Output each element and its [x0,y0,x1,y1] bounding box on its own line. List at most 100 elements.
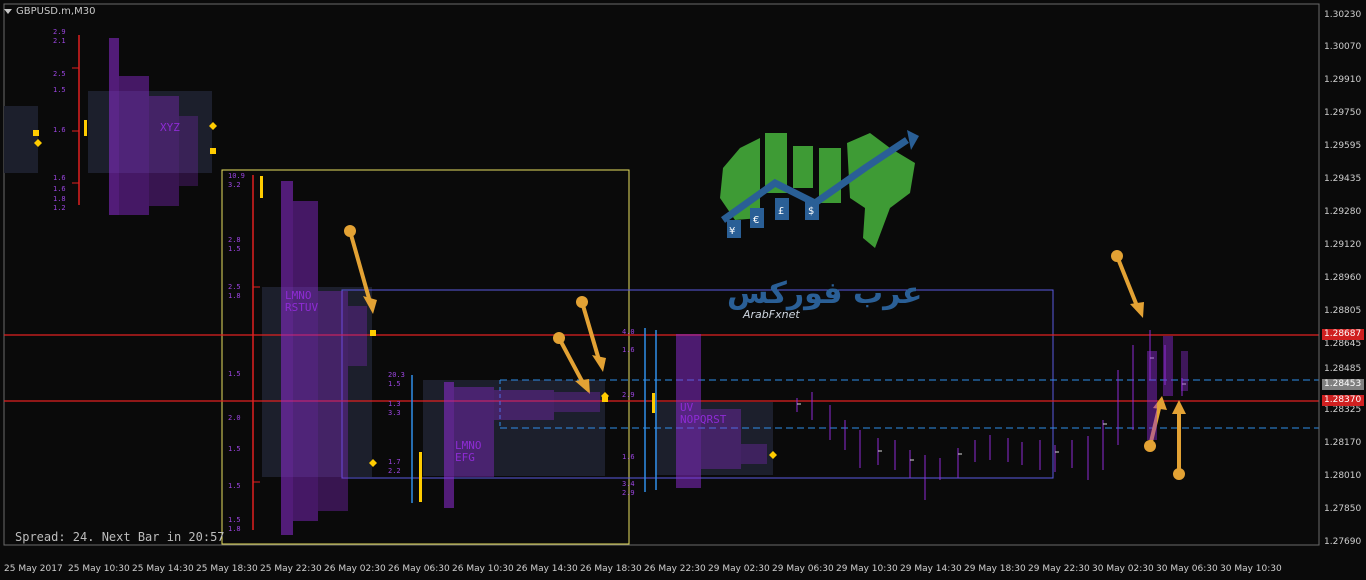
logo-graphic: ¥ € £ $ عرب فوركس ArabFxnet [720,130,922,321]
arabfx-logo: ¥ € £ $ عرب فوركس ArabFxnet [715,128,925,328]
time-label: 25 May 18:30 [196,564,258,574]
logo-latin-text: ArabFxnet [742,308,800,321]
time-label: 26 May 14:30 [516,564,578,574]
chart-window[interactable]: XYZ LMNO RSTUV LMNO EFG UV NOPQRST 2.9 2… [0,0,1366,580]
level-num: 2.9 [53,28,66,36]
level-num: 1.5 [388,380,401,388]
chart-title[interactable]: GBPUSD.m,M30 [4,6,95,17]
price-label: 1.28010 [1324,471,1362,481]
logo-yen-symbol: ¥ [729,226,735,237]
time-label: 30 May 10:30 [1220,564,1282,574]
price-label: 1.29280 [1324,207,1362,217]
level-num: 1.8 [53,195,66,203]
support-price-tag: 1.28370 [1322,395,1364,406]
level-num: 1.5 [228,245,241,253]
price-label: 1.27850 [1324,504,1362,514]
level-num: 2.2 [388,467,401,475]
level-num: 3.2 [228,181,241,189]
level-num: 1.5 [228,370,241,378]
time-label: 25 May 22:30 [260,564,322,574]
poc-marker-1 [84,120,87,136]
time-label: 26 May 10:30 [452,564,514,574]
level-num: 3.4 [622,480,635,488]
level-num: 20.3 [388,371,405,379]
spread-status-text: Spread: 24. Next Bar in 20:57 [15,530,225,544]
time-label: 26 May 06:30 [388,564,450,574]
level-num: 1.5 [53,86,66,94]
price-label: 1.28170 [1324,438,1362,448]
close-ticks [797,357,1186,461]
time-label: 30 May 06:30 [1156,564,1218,574]
level-num: 4.0 [622,328,635,336]
logo-euro-symbol: € [753,215,759,226]
profile-bg-2 [262,287,372,477]
price-label: 1.30230 [1324,10,1362,20]
level-num: 10.9 [228,172,245,180]
price-label: 1.28645 [1324,339,1362,349]
time-label: 29 May 10:30 [836,564,898,574]
level-num: 1.8 [228,292,241,300]
level-num: 1.8 [228,525,241,533]
price-label: 1.28960 [1324,273,1362,283]
time-label: 25 May 10:30 [68,564,130,574]
symbol-title: GBPUSD.m,M30 [16,6,96,17]
profile-bg-1 [88,91,212,173]
price-label: 1.28485 [1324,364,1362,374]
profile-bg-left [4,106,38,173]
level-num: 1.3 [388,400,401,408]
chart-plot[interactable] [0,0,1366,580]
time-label: 29 May 18:30 [964,564,1026,574]
poc-marker-3 [419,452,422,502]
time-label: 25 May 2017 [4,564,63,574]
price-label: 1.30070 [1324,42,1362,52]
level-num: 1.6 [53,126,66,134]
price-label: 1.28805 [1324,306,1362,316]
marker [210,148,216,154]
level-num: 2.9 [622,489,635,497]
profile-bg-4 [655,402,773,475]
level-num: 1.5 [228,482,241,490]
resistance-price-tag: 1.28687 [1322,329,1364,340]
dropdown-triangle-icon[interactable] [4,9,12,14]
logo-dollar-symbol: $ [808,206,814,217]
price-label: 1.29910 [1324,75,1362,85]
marker [370,330,376,336]
time-label: 29 May 06:30 [772,564,834,574]
level-num: 1.2 [53,204,66,212]
price-label: 1.27690 [1324,537,1362,547]
level-num: 2.0 [228,414,241,422]
price-label: 1.29750 [1324,108,1362,118]
level-num: 3.3 [388,409,401,417]
time-label: 26 May 02:30 [324,564,386,574]
poc-marker-4 [652,393,655,413]
time-label: 25 May 14:30 [132,564,194,574]
level-num: 1.5 [228,445,241,453]
time-label: 26 May 18:30 [580,564,642,574]
price-label: 1.28325 [1324,405,1362,415]
level-num: 2.8 [228,236,241,244]
level-num: 2.1 [53,37,66,45]
level-num: 2.5 [228,283,241,291]
time-label: 30 May 02:30 [1092,564,1154,574]
time-label: 29 May 14:30 [900,564,962,574]
level-num: 1.6 [622,453,635,461]
current-price-tag: 1.28453 [1322,379,1364,390]
marker [33,130,39,136]
price-label: 1.29120 [1324,240,1362,250]
level-num: 1.5 [228,516,241,524]
level-num: 1.7 [388,458,401,466]
time-label: 29 May 02:30 [708,564,770,574]
price-label: 1.29435 [1324,174,1362,184]
level-num: 1.6 [53,174,66,182]
logo-arabic-text: عرب فوركس [727,276,922,311]
level-num: 2.9 [622,391,635,399]
poc-marker-2 [260,176,263,198]
level-num: 1.6 [53,185,66,193]
price-bars [796,330,1183,500]
level-num: 1.6 [622,346,635,354]
level-num: 2.5 [53,70,66,78]
time-label: 26 May 22:30 [644,564,706,574]
logo-pound-symbol: £ [778,206,784,217]
price-label: 1.29595 [1324,141,1362,151]
time-label: 29 May 22:30 [1028,564,1090,574]
